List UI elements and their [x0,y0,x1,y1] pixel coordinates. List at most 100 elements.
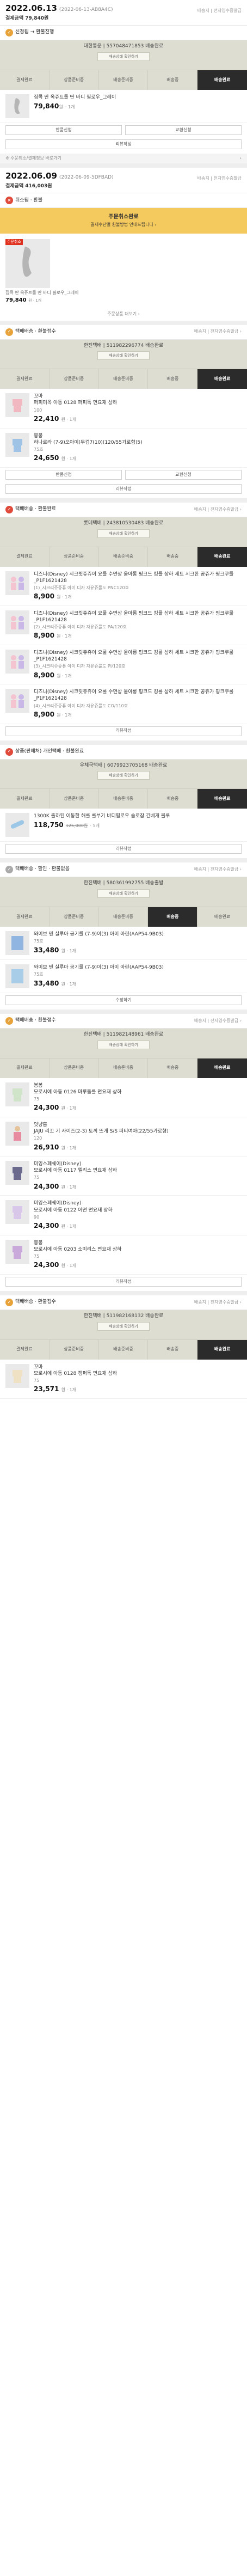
step-5: 배송완료 [197,547,247,567]
product-name[interactable]: 와이브 텐 실루아 공기룰 (7-9)이(3) 아이 아린(AAP54-9B03… [34,931,242,938]
order-item[interactable]: 디즈니(Disney) 시크릿쥬쥬이 요룰 수면상 울아롱 핑크드 킹를 상하 … [0,645,247,685]
receipt-link[interactable]: 배송지 | 전자영수증발급 › [194,867,242,872]
order-item[interactable]: 봉봉 하나로라 (7-9)오아이(무겁7(10)(120/55가로형)5) 75… [0,429,247,468]
order-item[interactable]: 집콕 딴 옥쥬트롤 딴 바디 필로우_그레이 79,840원 · 1개 [0,90,247,123]
product-name[interactable]: 모로시에 아동 0117 엘리스 면요재 상하 [34,1167,242,1174]
more-items-link[interactable]: 주문상품 더보기 › [0,308,247,320]
product-name[interactable]: 1300K 출하된 이동한 해룰 롤부기 바디필로우 슬로잠 긴베개 블루 [34,813,242,819]
product-name[interactable]: 디즈니(Disney) 시크릿쥬쥬이 요룰 수면상 울아롱 핑크드 킹를 상하 … [34,610,242,623]
product-image [5,432,29,457]
courier-tracking: 우체국택배 | 6079923705168 배송완료 [79,762,168,768]
step-3: 배송준비중 [99,907,149,927]
product-name[interactable]: 모로시에 아동 0128 캠퍼독 면요재 상하 [34,1370,242,1377]
step-1: 결제완료 [0,547,50,567]
product-name[interactable]: 모로시에 아동 0126 마루둘룰 면요재 상하 [34,1089,242,1096]
product-price: 79,840 [5,297,27,304]
receipt-link[interactable]: 배송지 | 전자영수증발급 › [194,329,242,334]
track-button[interactable]: 배송상태 확인하기 [97,771,150,780]
product-brand: 봉봉 [34,433,43,439]
product-name[interactable]: 디즈니(Disney) 시크릿쥬쥬이 요룰 수면상 울아롱 핑크드 킹를 상하 … [34,689,242,702]
order-item[interactable]: 디즈니(Disney) 시크릿쥬쥬이 요룰 수면상 울아롱 핑크드 킹를 상하 … [0,606,247,646]
order-item[interactable]: 꼬마 모로시에 아동 0128 캠퍼독 면요재 상하 75 23,571 원 ·… [0,1360,247,1399]
receipt-link[interactable]: 배송지 | 전자영수증발급 › [194,507,242,512]
order-item[interactable]: 와이브 텐 실루아 공기룰 (7-9)이(3) 아이 아린(AAP54-9B03… [0,960,247,993]
order-item[interactable]: 미잉스페쉐이(Disney) 모로시에 아동 0117 엘리스 면요재 상하 7… [0,1157,247,1196]
order-item[interactable]: 잇냥홈 JAJU 리꼬 기 사이즈(2-3) 토끼 뜨개 S/S 퍼티여아(22… [0,1117,247,1157]
receipt-link[interactable]: 배송지 | 전자영수증발급 › [194,1018,242,1024]
cancel-banner: 주문취소완료 결제수단별 환불방법 안내드립니다 › [0,208,247,234]
courier-tracking: 대한통운 | 557048471853 배송완료 [83,44,164,50]
product-image [5,1082,29,1106]
track-button[interactable]: 배송상태 확인하기 [97,1040,150,1049]
refund-info-link[interactable]: 결제수단별 환불방법 안내드립니다 › [0,222,247,228]
step-2: 상품준비중 [50,70,99,90]
receipt-link[interactable]: 배송지 | 전자영수증발급 › [194,1300,242,1305]
product-image [5,689,29,713]
track-button[interactable]: 배송상태 확인하기 [97,889,150,898]
order-item[interactable]: 꼬마 퍼피미옥 아동 0128 퍼피독 면요재 상하 100 22,410 원 … [0,389,247,429]
review-button[interactable]: 리뷰작성 [5,1276,242,1287]
review-button[interactable]: 리뷰작성 [5,484,242,494]
order-total: 결제금액 416,003원 [5,183,52,189]
status-icon: ✓ [5,29,13,37]
order-number: (2022-06-13-AB8A4C) [59,7,113,13]
product-name[interactable]: 디즈니(Disney) 시크릿쥬쥬이 요룰 수면상 울아롱 핑크드 킹를 상하 … [34,571,242,584]
review-button[interactable]: 리뷰작성 [5,726,242,736]
product-brand: 미잉스페쉐이(Disney) [34,1161,82,1167]
exchange-button[interactable]: 교환신청 [125,469,242,480]
courier-tracking: 한진택배 | 511982148961 배송완료 [83,1031,164,1037]
order-block-3: ✓ 택배배송 · 환불접수 배송지 | 전자영수증발급 › 한진택배 | 5119… [0,325,247,494]
order-stage: 택배배송 · 할인 · 환불없음 [15,866,70,872]
product-name[interactable]: 디즈니(Disney) 시크릿쥬쥬이 요룰 수면상 울아롱 핑크드 킹를 상하 … [34,650,242,663]
step-4: 배송중 [148,1339,198,1360]
step-3: 배송준비중 [99,789,149,809]
review-button[interactable]: 리뷰작성 [5,139,242,149]
product-name[interactable]: JAJU 리꼬 기 사이즈(2-3) 토끼 뜨개 S/S 퍼티여아(22/55가… [34,1128,242,1135]
step-2: 상품준비중 [50,369,99,389]
product-name[interactable]: 집콕 딴 옥쥬트롤 딴 바디 필로우_그레이 [34,94,242,101]
product-name[interactable]: 퍼피미옥 아동 0128 퍼피독 면요재 상하 [34,400,242,406]
product-brand: 미잉스페쉐이(Disney) [34,1201,82,1207]
review-button[interactable]: 리뷰작성 [5,844,242,854]
return-button[interactable]: 반품신청 [5,125,122,135]
product-option: 75호 [34,972,44,977]
order-item[interactable]: 와이브 텐 실루아 공기룰 (7-9)이(3) 아이 아린(AAP54-9B03… [0,927,247,960]
courier-tracking: 한진택배 | 580361992755 배송출발 [83,880,164,886]
return-button[interactable]: 반품신청 [5,469,122,480]
order-block-2: 2022.06.09 (2022-06-09-5DFBAD) 배송지 | 전자영수… [0,168,247,320]
exchange-button[interactable]: 교환신청 [125,125,242,135]
cancel-note[interactable]: ※ 주문취소/결제정보 바로가기 [5,156,61,161]
order-item[interactable]: 미잉스페쉐이(Disney) 모로시에 아동 0122 어떤 면요재 상하 90… [0,1196,247,1235]
status-icon: ✓ [5,505,13,513]
product-name[interactable]: 하나로라 (7-9)오아이(무겁7(10)(120/55가로형)5) [34,439,242,446]
product-image[interactable]: 주문취소 [5,238,50,288]
product-option: 90 [34,1214,40,1220]
receipt-link[interactable]: 배송지 | 전자영수증발급 [197,8,242,14]
track-button[interactable]: 배송상태 확인하기 [97,1321,150,1331]
track-button[interactable]: 배송상태 확인하기 [97,529,150,538]
order-item[interactable]: 디즈니(Disney) 시크릿쥬쥬이 요룰 수면상 울아롱 핑크드 킹를 상하 … [0,684,247,724]
product-name[interactable]: 모로시에 아동 0122 어떤 면요재 상하 [34,1207,242,1214]
product-name[interactable]: 집콕 딴 옥쥬트롤 딴 바디 필로우_그레이 [5,290,78,295]
order-stage: 택배배송 · 환불접수 [15,1018,56,1024]
order-item[interactable]: 봉봉 모로시에 아동 0203 소미리스 면요재 상하 75 24,300 원 … [0,1235,247,1275]
step-4: 배송중 [148,907,198,927]
order-item[interactable]: 1300K 출하된 이동한 해룰 롤부기 바디필로우 슬로잠 긴베개 블루 11… [0,809,247,842]
product-option: 75 [34,1378,40,1383]
order-item[interactable]: 봉봉 모로시에 아동 0126 마루둘룰 면요재 상하 75 24,300 원 … [0,1078,247,1117]
receipt-link[interactable]: 배송지 | 전자영수증발급 [197,176,242,181]
track-button[interactable]: 배송상태 확인하기 [97,351,150,360]
product-image [5,650,29,674]
product-name[interactable]: 와이브 텐 실루아 공기룰 (7-9)이(3) 아이 아린(AAP54-9B03… [34,964,242,971]
track-button[interactable]: 배송상태 확인하기 [97,52,150,61]
product-name[interactable]: 모로시에 아동 0203 소미리스 면요재 상하 [34,1246,242,1253]
edit-button[interactable]: 수정하기 [5,995,242,1005]
order-item[interactable]: 디즈니(Disney) 시크릿쥬쥬이 요룰 수면상 울아롱 핑크드 킹를 상하 … [0,567,247,606]
product-image [5,1121,29,1146]
step-4: 배송중 [148,547,198,567]
product-price: 8,900 [34,711,54,718]
order-stage: 택배배송 · 환불접수 [15,328,56,334]
step-1: 결제완료 [0,369,50,389]
order-number: (2022-06-09-5DFBAD) [59,175,114,181]
step-5: 배송완료 [214,914,231,919]
